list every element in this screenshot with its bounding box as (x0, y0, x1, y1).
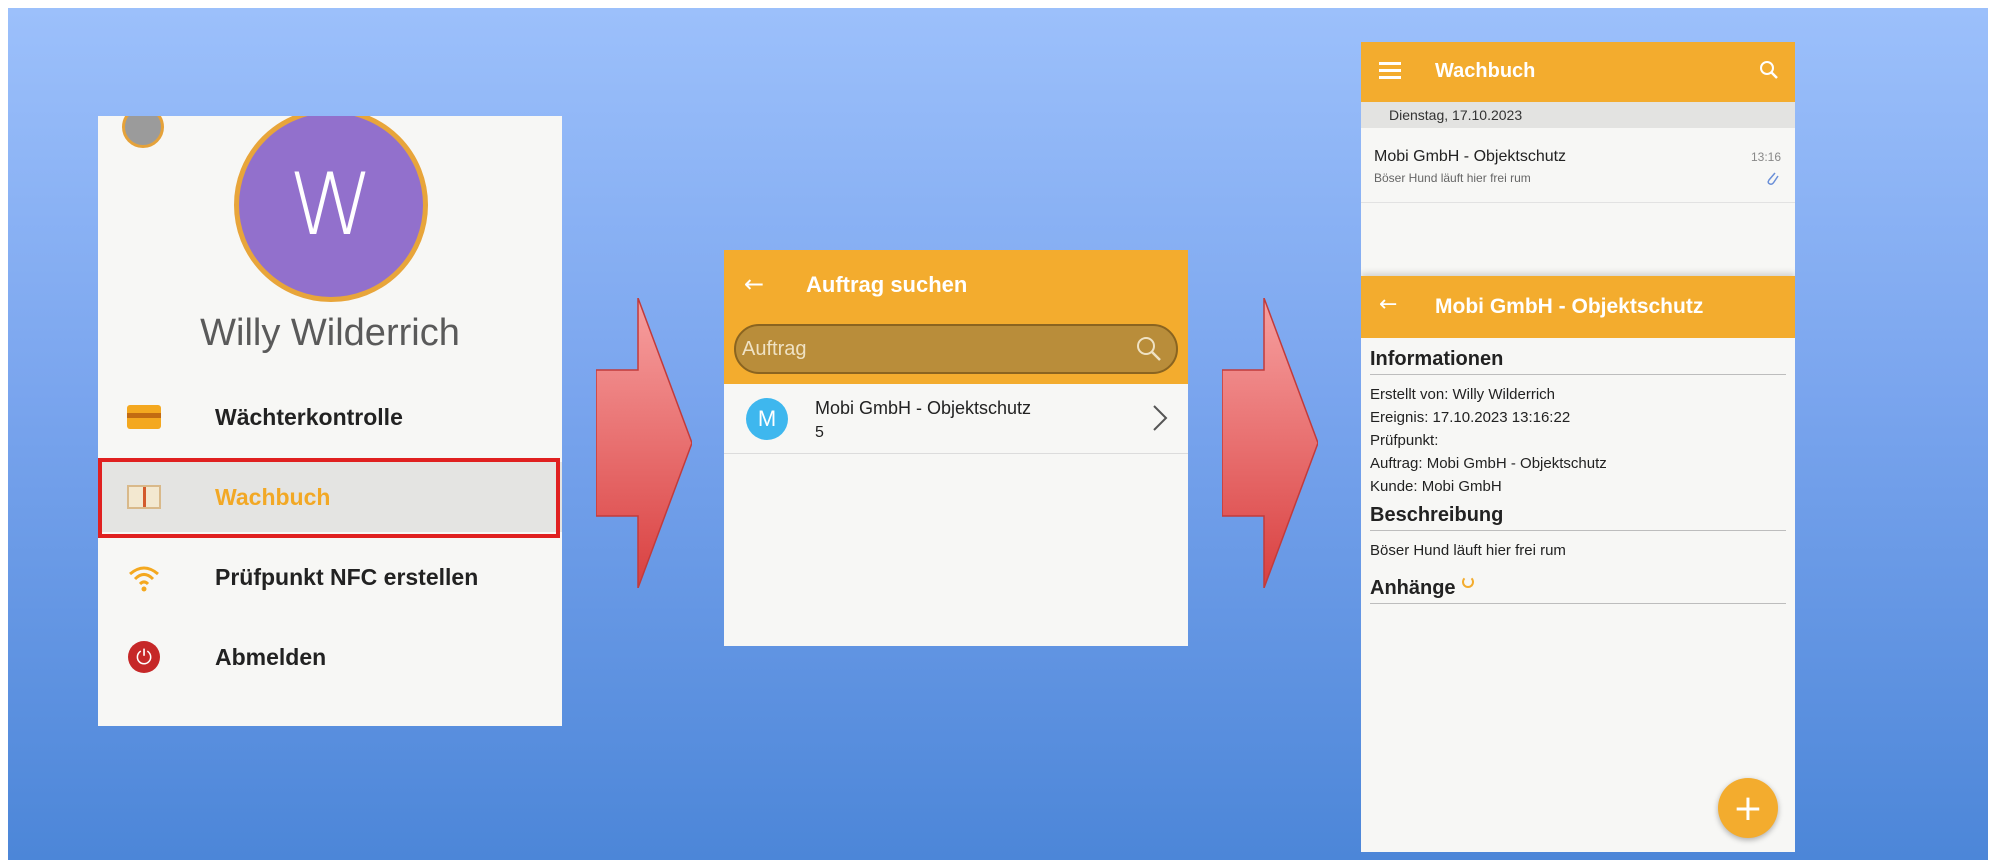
chevron-right-icon (1153, 405, 1168, 431)
menu-item-pruefpunkt-nfc[interactable]: Prüfpunkt NFC erstellen (98, 542, 562, 612)
info-line: Ereignis: 17.10.2023 13:16:22 (1370, 409, 1571, 426)
add-entry-button[interactable]: + (1718, 778, 1778, 838)
entry-time: 13:16 (1750, 150, 1781, 164)
list-item[interactable]: Mobi GmbH - Objektschutz 13:16 Böser Hun… (1361, 128, 1795, 203)
info-line: Prüfpunkt: (1370, 432, 1439, 449)
section-heading-informationen: Informationen (1370, 348, 1786, 375)
result-title: Mobi GmbH - Objektschutz (815, 398, 1032, 418)
power-icon: ⏻ (126, 639, 162, 675)
entry-subtitle: Böser Hund läuft hier frei rum (1374, 171, 1531, 185)
search-icon[interactable] (1759, 60, 1779, 80)
menu-icon[interactable] (1379, 62, 1401, 80)
loading-spinner-icon (1461, 576, 1474, 588)
entry-detail-sheet: ← Mobi GmbH - Objektschutz Informationen… (1361, 276, 1795, 852)
info-line: Auftrag: Mobi GmbH - Objektschutz (1370, 455, 1607, 472)
date-header: Dienstag, 17.10.2023 (1361, 102, 1795, 128)
menu-item-abmelden[interactable]: ⏻ Abmelden (98, 622, 562, 692)
detail-title: Mobi GmbH - Objektschutz (1435, 295, 1704, 318)
info-line: Erstellt von: Willy Wilderrich (1370, 386, 1556, 403)
search-toolbar: ← Auftrag suchen (724, 250, 1188, 384)
navigation-drawer: W Willy Wilderrich Wächterkontrolle Wach… (98, 116, 562, 726)
page-title: Auftrag suchen (806, 272, 968, 297)
menu-item-label: Wächterkontrolle (215, 403, 403, 430)
result-subtitle: 5 (815, 424, 824, 441)
search-screen: ← Auftrag suchen M Mobi GmbH - Objektsch… (724, 250, 1188, 646)
attachments-heading-label: Anhänge (1370, 577, 1456, 599)
menu-item-waechterkontrolle[interactable]: Wächterkontrolle (98, 382, 562, 452)
avatar[interactable]: W (234, 116, 428, 302)
wachbuch-toolbar: Wachbuch (1361, 42, 1795, 102)
section-heading-beschreibung: Beschreibung (1370, 504, 1786, 531)
flow-arrow-2 (1222, 298, 1318, 588)
card-icon (126, 399, 162, 435)
back-arrow-icon[interactable]: ← (1379, 292, 1397, 317)
user-name: Willy Wilderrich (200, 312, 460, 354)
description-text: Böser Hund läuft hier frei rum (1370, 542, 1566, 559)
detail-toolbar: ← Mobi GmbH - Objektschutz (1361, 276, 1795, 338)
info-line: Kunde: Mobi GmbH (1370, 478, 1502, 495)
page-title: Wachbuch (1435, 60, 1536, 82)
result-avatar: M (746, 398, 788, 440)
search-icon[interactable] (1136, 336, 1162, 362)
nfc-icon (126, 559, 162, 595)
search-input[interactable] (742, 326, 1122, 372)
search-result-row[interactable]: M Mobi GmbH - Objektschutz 5 (724, 384, 1188, 454)
menu-item-label: Abmelden (215, 643, 327, 670)
flow-arrow-1 (596, 298, 692, 588)
menu-item-label: Wachbuch (215, 483, 331, 510)
wachbuch-screen: Wachbuch Dienstag, 17.10.2023 Mobi GmbH … (1361, 42, 1795, 852)
app-logo-icon (122, 116, 164, 148)
book-icon (126, 479, 162, 515)
section-heading-anhaenge: Anhänge (1370, 576, 1786, 604)
back-arrow-icon[interactable]: ← (744, 270, 764, 298)
menu-item-wachbuch[interactable]: Wachbuch (98, 462, 562, 532)
attachment-icon (1767, 172, 1779, 185)
search-field[interactable] (734, 324, 1178, 374)
slide-background: W Willy Wilderrich Wächterkontrolle Wach… (8, 8, 1988, 860)
menu-item-label: Prüfpunkt NFC erstellen (215, 563, 479, 590)
entry-title: Mobi GmbH - Objektschutz (1374, 148, 1567, 165)
